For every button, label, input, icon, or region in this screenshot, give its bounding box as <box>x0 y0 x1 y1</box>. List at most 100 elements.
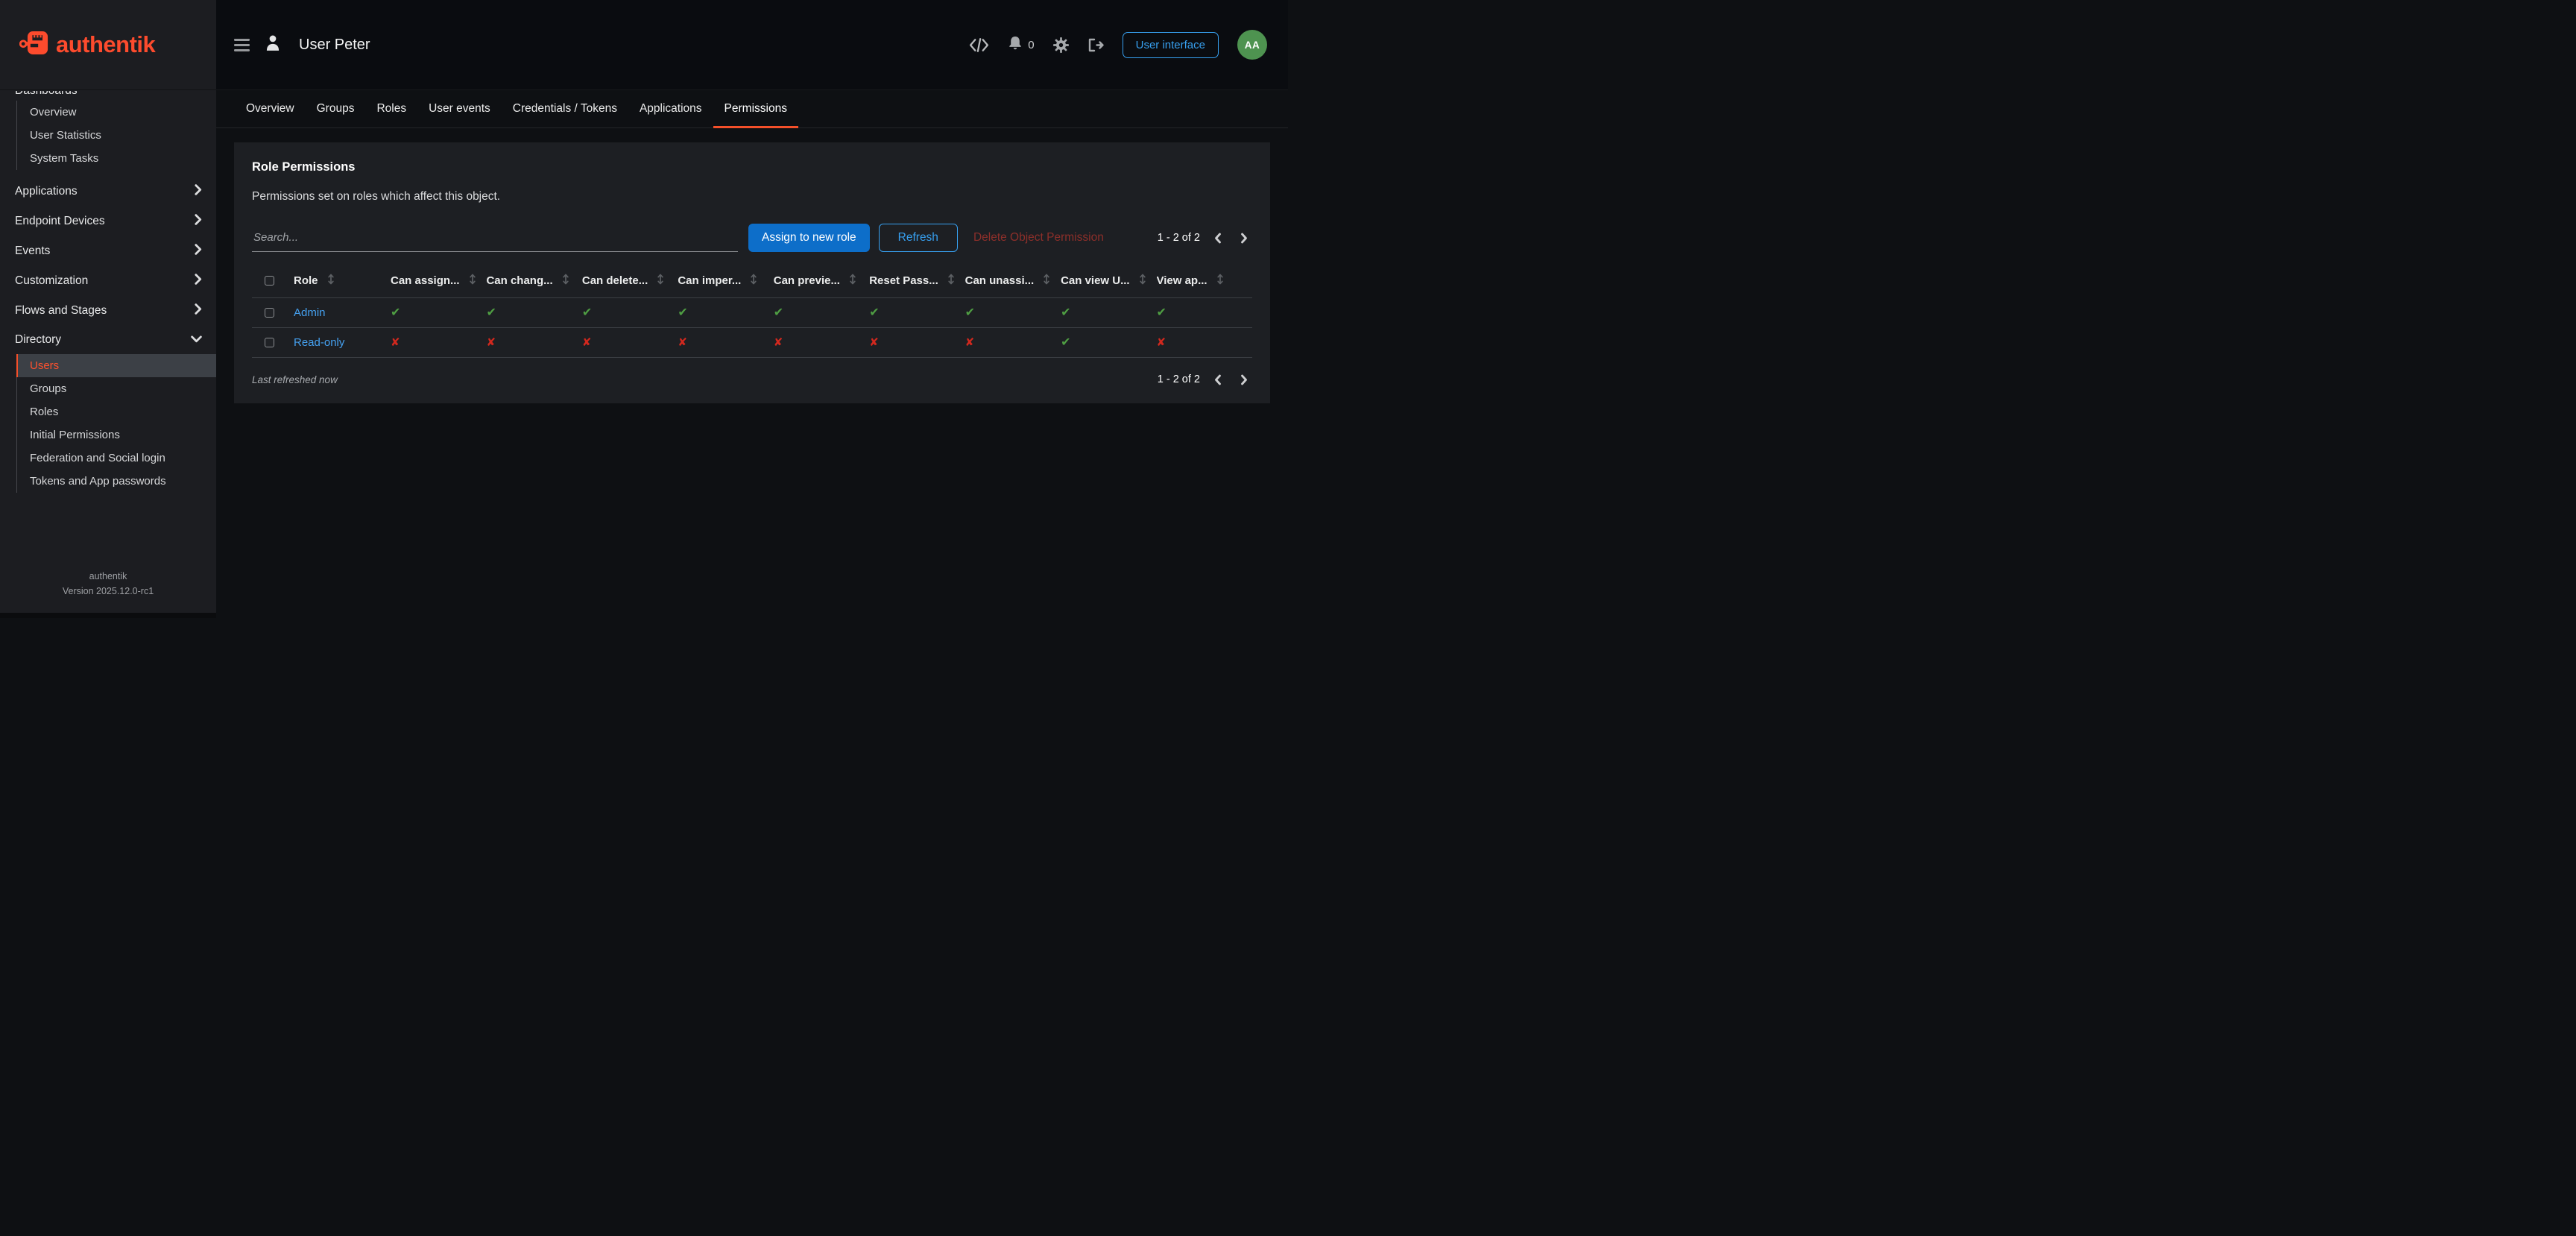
sidebar-item-label: Applications <box>15 185 78 198</box>
sidebar-item-label: Federation and Social login <box>30 452 165 464</box>
chevron-right-icon <box>194 303 202 318</box>
column-header-role[interactable]: Role <box>286 265 391 297</box>
sidebar-item-endpoint-devices[interactable]: Endpoint Devices <box>0 206 216 236</box>
pagination-range: 1 - 2 of 2 <box>1158 232 1200 244</box>
sort-icon[interactable] <box>947 273 955 288</box>
table-row-admin: Admin✔✔✔✔✔✔✔✔✔ <box>252 297 1252 327</box>
sidebar-item-label: Flows and Stages <box>15 304 107 318</box>
row-checkbox[interactable] <box>265 308 274 318</box>
code-icon[interactable] <box>969 38 989 52</box>
tab-credentials-tokens[interactable]: Credentials / Tokens <box>502 90 628 127</box>
sidebar-item-initial-permissions[interactable]: Initial Permissions <box>16 423 216 447</box>
sort-icon[interactable] <box>657 273 664 288</box>
pagination-prev-button[interactable] <box>1210 231 1226 245</box>
sidebar-item-label: User Statistics <box>30 129 101 142</box>
sidebar-item-user-statistics[interactable]: User Statistics <box>16 124 216 147</box>
row-checkbox[interactable] <box>265 338 274 347</box>
tab-applications[interactable]: Applications <box>628 90 713 127</box>
pagination-next-button[interactable] <box>1236 231 1252 245</box>
column-label: Can previe... <box>774 274 840 287</box>
notifications-button[interactable]: 0 <box>1008 35 1034 54</box>
sidebar-nav: DashboardsOverview User Statistics System … <box>0 90 216 561</box>
tab-overview[interactable]: Overview <box>235 90 306 127</box>
sidebar-item-tokens-and-app-passwords[interactable]: Tokens and App passwords <box>16 470 216 493</box>
tabs: OverviewGroupsRolesUser eventsCredential… <box>216 90 1288 128</box>
sort-icon[interactable] <box>1216 273 1224 288</box>
refresh-button[interactable]: Refresh <box>879 224 958 252</box>
tab-user-events[interactable]: User events <box>417 90 502 127</box>
hamburger-icon[interactable] <box>234 39 250 51</box>
sort-icon[interactable] <box>1043 273 1050 288</box>
card-description: Permissions set on roles which affect th… <box>252 190 1252 204</box>
sidebar-item-overview[interactable]: Overview <box>16 101 216 124</box>
sidebar-item-customization[interactable]: Customization <box>0 266 216 296</box>
sidebar-item-label: Directory <box>15 333 61 347</box>
footer-pagination: 1 - 2 of 2 <box>1158 373 1252 387</box>
sidebar-item-label: System Tasks <box>30 152 98 165</box>
column-header-can-assign[interactable]: Can assign... <box>391 265 486 297</box>
column-header-can-previe[interactable]: Can previe... <box>774 265 869 297</box>
sidebar-item-directory[interactable]: Directory <box>0 326 216 354</box>
check-icon: ✔ <box>582 306 592 319</box>
sort-icon[interactable] <box>849 273 856 288</box>
column-header-can-imper[interactable]: Can imper... <box>678 265 773 297</box>
gear-icon[interactable] <box>1053 37 1069 53</box>
check-icon: ✔ <box>678 306 687 319</box>
sort-icon[interactable] <box>327 273 335 288</box>
role-permissions-table: Role Can assign... Can chang...Can delete.… <box>252 265 1252 358</box>
notification-count: 0 <box>1028 39 1034 51</box>
sidebar-item-events[interactable]: Events <box>0 236 216 266</box>
user-interface-button[interactable]: User interface <box>1123 32 1219 58</box>
column-label: Can view U... <box>1061 274 1130 287</box>
sidebar-item-applications[interactable]: Applications <box>0 177 216 206</box>
column-label: Can assign... <box>391 274 460 287</box>
sidebar-item-label: Customization <box>15 274 88 288</box>
avatar[interactable]: AA <box>1237 30 1267 60</box>
check-icon: ✔ <box>1157 306 1167 319</box>
role-link[interactable]: Admin <box>294 306 326 319</box>
role-link[interactable]: Read-only <box>294 336 344 349</box>
column-header-can-view-u[interactable]: Can view U... <box>1061 265 1156 297</box>
column-header-view-ap[interactable]: View ap... <box>1157 265 1253 297</box>
sidebar-item-label: Roles <box>30 406 58 418</box>
sidebar-item-dashboards[interactable]: Dashboards <box>0 91 216 101</box>
column-label: Can unassi... <box>965 274 1035 287</box>
table-header-row: Role Can assign... Can chang...Can delete.… <box>252 265 1252 297</box>
pagination-prev-button[interactable] <box>1210 373 1226 387</box>
tab-groups[interactable]: Groups <box>306 90 366 127</box>
sidebar-item-roles[interactable]: Roles <box>16 400 216 423</box>
assign-to-new-role-button[interactable]: Assign to new role <box>748 224 870 252</box>
sort-icon[interactable] <box>469 273 476 288</box>
sidebar-item-users[interactable]: Users <box>16 354 216 377</box>
tab-permissions[interactable]: Permissions <box>713 90 798 127</box>
card-footer: Last refreshed now 1 - 2 of 2 <box>252 373 1252 387</box>
column-label: Role <box>294 274 318 287</box>
sort-icon[interactable] <box>750 273 757 288</box>
column-header-can-unassi[interactable]: Can unassi... <box>965 265 1061 297</box>
column-header-can-delete[interactable]: Can delete... <box>582 265 678 297</box>
column-header-reset-pass[interactable]: Reset Pass... <box>869 265 965 297</box>
select-all-checkbox[interactable] <box>265 276 274 286</box>
sign-out-icon[interactable] <box>1087 38 1104 52</box>
sort-icon[interactable] <box>1139 273 1146 288</box>
sidebar-item-groups[interactable]: Groups <box>16 377 216 400</box>
masthead: User Peter 0 User interface <box>216 0 1288 90</box>
sidebar-logo: authentik <box>0 0 216 90</box>
check-icon: ✔ <box>1061 336 1070 349</box>
pagination-next-button[interactable] <box>1236 373 1252 387</box>
sidebar-item-flows-and-stages[interactable]: Flows and Stages <box>0 296 216 326</box>
search-input[interactable] <box>252 224 738 252</box>
role-permissions-card: Role Permissions Permissions set on role… <box>234 142 1270 403</box>
column-header-can-chang[interactable]: Can chang... <box>486 265 581 297</box>
x-icon: ✘ <box>965 336 975 349</box>
sidebar-item-system-tasks[interactable]: System Tasks <box>16 147 216 170</box>
x-icon: ✘ <box>486 336 496 349</box>
sidebar: authentik DashboardsOverview User Statist… <box>0 0 216 618</box>
user-icon <box>265 34 281 55</box>
check-icon: ✔ <box>774 306 783 319</box>
x-icon: ✘ <box>1157 336 1167 349</box>
sidebar-item-label: Initial Permissions <box>30 429 120 441</box>
tab-roles[interactable]: Roles <box>365 90 417 127</box>
sort-icon[interactable] <box>562 273 569 288</box>
sidebar-item-federation-and-social-login[interactable]: Federation and Social login <box>16 447 216 470</box>
